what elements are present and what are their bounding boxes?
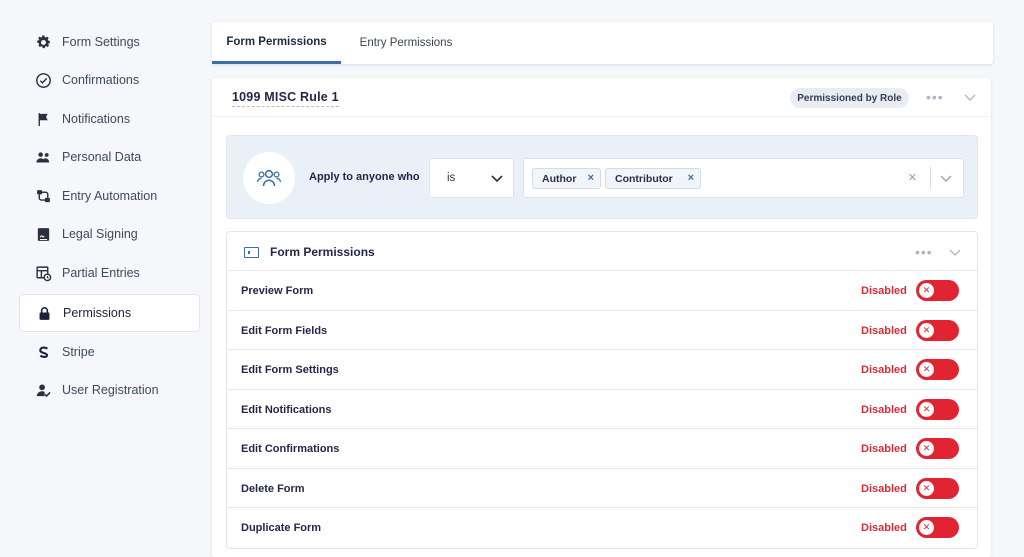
x-icon: ✕ — [919, 362, 934, 377]
role-chip-contributor: Contributor × — [605, 168, 701, 189]
sidebar-item-label: Permissions — [63, 306, 132, 320]
user-check-icon — [34, 381, 52, 399]
sidebar-item-entry-automation[interactable]: Entry Automation — [19, 177, 200, 215]
automation-icon — [34, 187, 52, 205]
flag-icon — [34, 110, 52, 128]
permission-label: Duplicate Form — [241, 522, 322, 534]
more-options-icon[interactable]: ••• — [926, 90, 944, 104]
permission-status: Disabled — [861, 482, 907, 495]
form-permissions-panel: Form Permissions ••• Preview Form Disabl… — [226, 231, 978, 549]
permission-row-edit-form-fields: Edit Form Fields Disabled ✕ — [227, 311, 977, 350]
role-chip-label: Contributor — [615, 172, 673, 185]
gear-icon — [34, 33, 52, 51]
sidebar-item-label: Legal Signing — [62, 227, 138, 241]
permission-status: Disabled — [861, 443, 907, 455]
rule-header: 1099 MISC Rule 1 Permissioned by Role ••… — [212, 78, 991, 117]
permission-toggle[interactable]: ✕ — [916, 517, 959, 538]
rule-title[interactable]: 1099 MISC Rule 1 — [232, 90, 339, 107]
operator-value: is — [447, 172, 456, 184]
permission-row-duplicate-form: Duplicate Form Disabled ✕ — [227, 508, 977, 548]
permission-row-edit-confirmations: Edit Confirmations Disabled ✕ — [227, 429, 977, 469]
sidebar-item-user-registration[interactable]: User Registration — [19, 371, 200, 409]
form-permissions-header: Form Permissions ••• — [227, 232, 977, 271]
permission-status: Disabled — [861, 403, 907, 416]
sidebar-item-confirmations[interactable]: Confirmations — [19, 61, 200, 99]
role-chip-author: Author × — [532, 168, 601, 189]
rule-condition: Apply to anyone who is Author × Contribu… — [226, 135, 978, 219]
sidebar-item-legal-signing[interactable]: Legal Signing — [19, 215, 200, 253]
chevron-down-icon[interactable] — [940, 175, 952, 183]
permission-label: Delete Form — [241, 482, 305, 495]
permission-row-edit-notifications: Edit Notifications Disabled ✕ — [227, 390, 977, 429]
sidebar-item-label: User Registration — [62, 383, 159, 397]
section-title: Form Permissions — [270, 245, 375, 259]
x-icon: ✕ — [919, 322, 934, 338]
sidebar-item-label: Confirmations — [62, 73, 140, 87]
permission-row-preview-form: Preview Form Disabled ✕ — [227, 271, 977, 311]
chevron-down-icon[interactable] — [949, 249, 961, 257]
permission-toggle[interactable]: ✕ — [916, 438, 959, 459]
clear-all-icon[interactable]: × — [908, 169, 917, 186]
permission-toggle[interactable]: ✕ — [916, 280, 959, 301]
chevron-down-icon — [491, 175, 503, 183]
sidebar-item-stripe[interactable]: Stripe — [19, 333, 200, 371]
check-circle-icon — [34, 71, 52, 89]
chevron-down-icon[interactable] — [964, 94, 976, 102]
lock-icon — [35, 304, 53, 322]
permission-status: Disabled — [861, 285, 907, 297]
sidebar-item-label: Entry Automation — [62, 189, 158, 203]
sidebar-item-label: Form Settings — [62, 35, 140, 49]
more-options-icon[interactable]: ••• — [915, 245, 933, 259]
sidebar-item-notifications[interactable]: Notifications — [19, 100, 200, 138]
tab-form-permissions[interactable]: Form Permissions — [212, 22, 341, 64]
x-icon: ✕ — [919, 520, 934, 535]
document-sign-icon — [34, 225, 52, 243]
permission-label: Edit Form Settings — [241, 364, 339, 376]
operator-select[interactable]: is — [429, 158, 514, 198]
sidebar-item-personal-data[interactable]: Personal Data — [19, 138, 200, 176]
form-icon — [244, 247, 259, 258]
permission-label: Preview Form — [241, 285, 314, 297]
condition-label: Apply to anyone who — [309, 171, 420, 183]
sidebar-item-label: Notifications — [62, 112, 131, 126]
permission-status: Disabled — [861, 522, 907, 534]
role-chip-label: Author — [542, 172, 577, 185]
permission-row-edit-form-settings: Edit Form Settings Disabled ✕ — [227, 350, 977, 390]
remove-chip-icon[interactable]: × — [688, 172, 694, 184]
divider — [930, 167, 931, 189]
x-icon: ✕ — [919, 480, 934, 496]
users-icon — [34, 148, 52, 166]
sidebar: Form Settings Confirmations Notification… — [0, 0, 210, 557]
x-icon: ✕ — [919, 441, 934, 456]
permission-label: Edit Form Fields — [241, 324, 328, 337]
rule-card: 1099 MISC Rule 1 Permissioned by Role ••… — [212, 78, 991, 557]
x-icon: ✕ — [919, 283, 934, 298]
permission-row-delete-form: Delete Form Disabled ✕ — [227, 469, 977, 508]
stripe-icon — [34, 343, 52, 361]
tab-entry-permissions[interactable]: Entry Permissions — [341, 22, 471, 64]
permission-status: Disabled — [861, 364, 907, 376]
permission-toggle[interactable]: ✕ — [916, 398, 959, 420]
role-group-icon — [243, 152, 295, 204]
sidebar-item-partial-entries[interactable]: Partial Entries — [19, 254, 200, 292]
roles-multiselect[interactable]: Author × Contributor × × — [523, 158, 964, 198]
sidebar-item-permissions[interactable]: Permissions — [19, 294, 200, 332]
permission-toggle[interactable]: ✕ — [916, 477, 959, 499]
remove-chip-icon[interactable]: × — [588, 172, 594, 184]
permission-status: Disabled — [861, 324, 907, 337]
sidebar-item-label: Partial Entries — [62, 266, 140, 280]
sidebar-item-label: Personal Data — [62, 150, 142, 164]
status-badge: Permissioned by Role — [790, 88, 909, 108]
x-icon: ✕ — [919, 401, 934, 417]
permission-toggle[interactable]: ✕ — [916, 319, 959, 341]
partial-entries-icon — [34, 264, 52, 282]
permission-label: Edit Confirmations — [241, 443, 340, 455]
sidebar-item-form-settings[interactable]: Form Settings — [19, 23, 200, 61]
permission-label: Edit Notifications — [241, 403, 332, 416]
sidebar-item-label: Stripe — [62, 345, 95, 359]
permission-toggle[interactable]: ✕ — [916, 359, 959, 380]
permissions-tabs: Form Permissions Entry Permissions — [212, 22, 993, 64]
